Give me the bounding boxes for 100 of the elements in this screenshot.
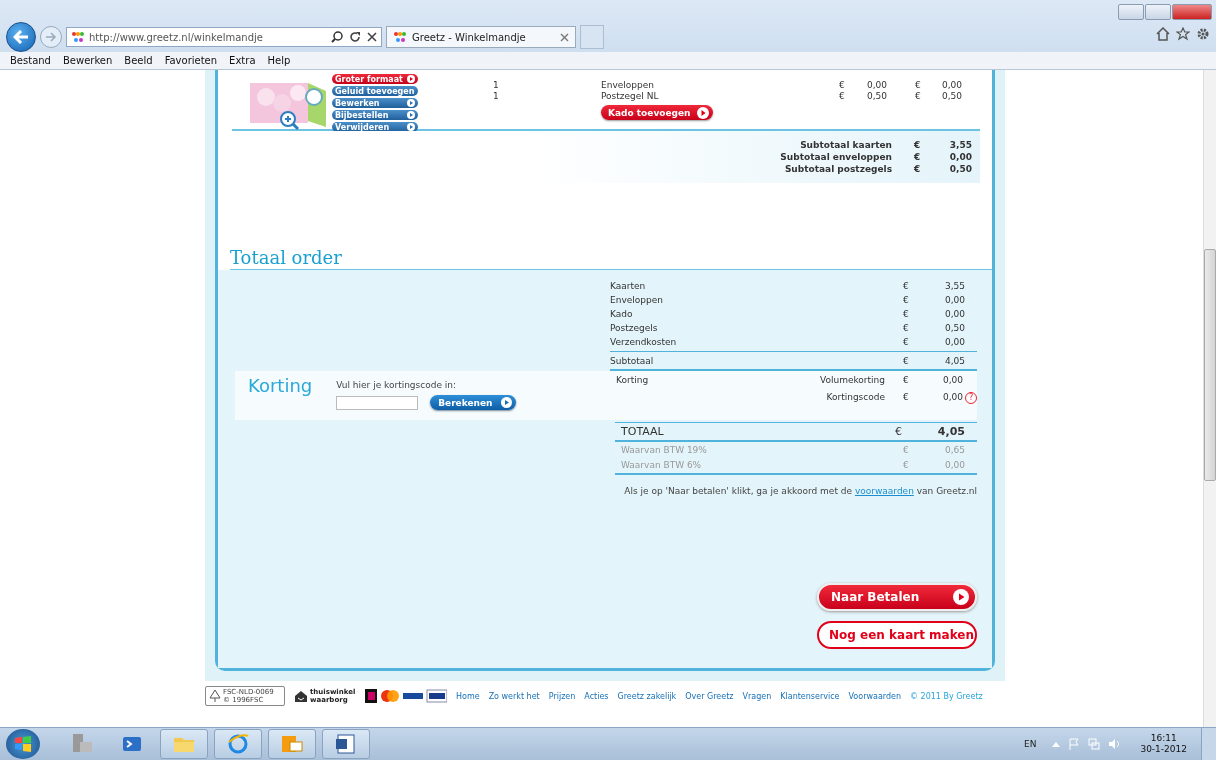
footer-link[interactable]: Vragen — [742, 691, 772, 701]
currency-symbol: € — [839, 91, 846, 102]
menu-item[interactable]: Bewerken — [56, 53, 119, 69]
calculate-button[interactable]: Berekenen — [430, 395, 516, 410]
footer-link[interactable]: Acties — [584, 691, 609, 701]
pay-button[interactable]: Naar Betalen — [817, 583, 977, 611]
home-icon — [1156, 27, 1170, 41]
url-text: http://www.greetz.nl/winkelmandje — [89, 31, 264, 43]
subtotal-label: Subtotaal — [610, 355, 655, 368]
price-text: 0,50 — [865, 91, 887, 102]
footer-link[interactable]: Voorwaarden — [848, 691, 901, 701]
discount-title: Korting — [248, 375, 313, 398]
action-button[interactable]: Geluid toevoegen — [332, 86, 418, 96]
discount-code-field[interactable] — [336, 395, 419, 410]
total-text: 0,50 — [940, 91, 962, 102]
speaker-icon — [1108, 738, 1121, 750]
language-indicator[interactable]: EN — [1024, 739, 1037, 749]
vat-amount: 0,65 — [943, 444, 965, 457]
play-icon — [407, 111, 415, 119]
quantity-text: 1 — [493, 91, 500, 102]
currency-symbol: € — [903, 444, 910, 457]
help-button[interactable]: ? — [965, 392, 977, 404]
scroll-thumb[interactable] — [1204, 249, 1216, 481]
menu-item[interactable]: Extra — [223, 53, 262, 69]
footer-link[interactable]: Greetz zakelijk — [617, 691, 677, 701]
play-icon — [696, 106, 709, 119]
menu-item[interactable]: Beeld — [118, 53, 159, 69]
close-icon — [367, 32, 377, 42]
menu-item[interactable]: Bestand — [4, 53, 57, 69]
scrollbar[interactable] — [1203, 69, 1216, 727]
cost-amount: 3,55 — [943, 280, 965, 293]
action-button[interactable]: Groter formaat — [332, 74, 418, 84]
document-icon — [334, 732, 358, 756]
menu-item[interactable]: Help — [261, 53, 297, 69]
taskbar-button[interactable] — [322, 729, 370, 759]
flag-icon — [1068, 738, 1081, 750]
clock-time: 16:11 — [1150, 733, 1177, 744]
play-icon — [407, 123, 415, 131]
back-button[interactable] — [6, 22, 36, 52]
terms-link[interactable]: voorwaarden — [854, 486, 914, 496]
product-text: Enveloppen — [601, 80, 655, 91]
currency-symbol: € — [903, 308, 910, 321]
show-desktop-button[interactable] — [1201, 728, 1216, 760]
footer-link[interactable]: Home — [456, 691, 480, 701]
discount-type-label: Kortingscode — [825, 392, 886, 402]
cost-amount: 0,00 — [943, 336, 965, 349]
play-icon — [953, 589, 969, 605]
cost-amount: 0,50 — [943, 322, 965, 335]
footer-link[interactable]: Over Greetz — [685, 691, 734, 701]
subtotal-amount: 3,55 — [948, 140, 972, 152]
discount-amount: 0,00 — [941, 375, 963, 385]
back-arrow-icon — [13, 30, 29, 44]
cost-label: Kado — [610, 308, 634, 321]
windows-logo-icon — [14, 735, 32, 753]
currency-symbol: € — [903, 459, 910, 472]
discount-type-label: Volumekorting — [818, 375, 886, 385]
footer-link[interactable]: Klantenservice — [780, 691, 840, 701]
forward-button[interactable] — [40, 26, 62, 48]
subtotal-amount: 0,00 — [948, 152, 972, 164]
menu-item[interactable]: Favorieten — [158, 53, 224, 69]
grand-total-label: TOTAAL — [621, 424, 665, 440]
refresh-icon — [349, 31, 361, 43]
currency-symbol: € — [914, 91, 922, 102]
tree-icon — [209, 689, 221, 703]
subtotal-label: Subtotaal postzegels — [783, 164, 893, 176]
footer-link[interactable]: Zo werkt het — [488, 691, 540, 701]
play-icon — [407, 99, 415, 107]
currency-symbol: € — [903, 375, 910, 385]
maximize-button[interactable] — [1145, 4, 1171, 20]
start-button[interactable] — [6, 729, 40, 759]
minimize-button[interactable] — [1118, 4, 1144, 20]
cost-label: Postzegels — [610, 322, 659, 335]
vat-label: Waarvan BTW 19% — [621, 444, 708, 457]
currency-symbol: € — [903, 322, 910, 335]
add-gift-button[interactable]: Kado toevoegen — [601, 105, 713, 120]
close-button[interactable] — [1172, 4, 1212, 20]
subtotal-amount: 0,50 — [948, 164, 972, 176]
new-card-button[interactable]: Nog een kaart maken — [817, 621, 977, 649]
new-tab-button[interactable] — [580, 25, 604, 49]
total-text: 0,00 — [940, 80, 962, 91]
discount-amount: 0,00 — [941, 392, 963, 402]
search-icon — [331, 31, 343, 43]
currency-symbol: € — [895, 424, 903, 440]
vat-label: Waarvan BTW 6% — [621, 459, 703, 472]
taskbar-button[interactable] — [214, 729, 262, 759]
site-logo-icon — [71, 30, 85, 44]
browser-tab[interactable]: Greetz - Winkelmandje — [386, 26, 576, 48]
footer-link[interactable]: Prijzen — [548, 691, 576, 701]
action-button[interactable]: Bijbestellen — [332, 110, 418, 120]
subtotal-amount: 4,05 — [943, 355, 965, 368]
cost-label: Kaarten — [610, 280, 647, 293]
currency-symbol: € — [914, 140, 922, 152]
vat-amount: 0,00 — [943, 459, 965, 472]
action-button[interactable]: Bewerken — [332, 98, 418, 108]
subtotal-label: Subtotaal kaarten — [799, 140, 893, 152]
address-bar[interactable]: http://www.greetz.nl/winkelmandje — [66, 27, 382, 47]
chevron-up-icon — [1052, 741, 1061, 747]
network-icon — [1088, 738, 1101, 750]
cost-amount: 0,00 — [943, 308, 965, 321]
quantity-text: 1 — [493, 80, 500, 91]
